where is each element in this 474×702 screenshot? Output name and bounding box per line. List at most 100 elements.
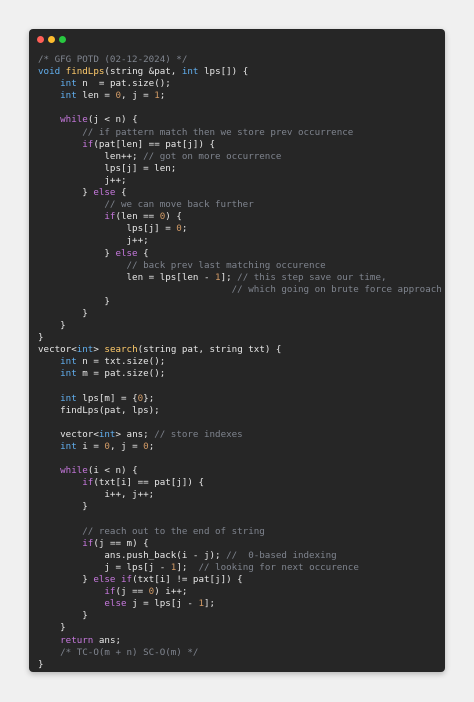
code-token: } [38, 622, 66, 634]
code-line: if(len == 0) { [38, 211, 440, 223]
code-token: ; [159, 90, 166, 102]
code-line: } [38, 659, 440, 671]
code-window: /* GFG POTD (02-12-2024) */void findLps(… [29, 29, 445, 672]
code-token: vector< [38, 428, 99, 440]
code-token: j = lps[j - [126, 598, 199, 610]
code-line: len = lps[len - 1]; // this step save ou… [38, 272, 440, 284]
code-token: (txt[i] == pat[j]) { [93, 477, 204, 489]
code-line: int lps[m] = {0}; [38, 393, 440, 405]
code-token: { [115, 187, 127, 199]
code-token: } [38, 658, 44, 670]
code-token: int [60, 356, 77, 368]
code-line: } [38, 622, 440, 634]
code-line: j++; [38, 175, 440, 187]
code-line: ans.push_back(i - j); // 0-based indexin… [38, 550, 440, 562]
code-token: if [82, 537, 94, 549]
code-token: ans; [93, 634, 122, 646]
code-token: n = pat.size(); [76, 78, 171, 90]
code-token: else [115, 247, 138, 259]
code-token: } [38, 574, 94, 586]
code-token: ; [181, 223, 188, 235]
code-token: void [38, 66, 66, 78]
code-line: int i = 0, j = 0; [38, 441, 440, 453]
code-token: return [60, 634, 94, 646]
code-line: if(j == m) { [38, 538, 440, 550]
code-token: n = txt.size(); [76, 356, 166, 368]
code-token: // back prev last matching occurence [126, 259, 326, 271]
code-line: // reach out to the end of string [38, 526, 440, 538]
code-token: ; [148, 441, 155, 452]
code-line: vector<int> ans; // store indexes [38, 429, 440, 441]
code-token: } [38, 501, 88, 513]
code-token: (txt[i] != pat[j]) { [132, 574, 243, 586]
code-token: , j = [121, 90, 155, 102]
code-line: while(j < n) { [38, 114, 440, 126]
code-token: } [38, 610, 88, 622]
maximize-dot-icon[interactable] [59, 36, 66, 43]
code-line: int n = txt.size(); [38, 356, 440, 368]
code-token: ans.push_back(i - j); [38, 549, 227, 561]
code-token: } [38, 307, 88, 319]
code-token: (j == m) { [93, 537, 149, 549]
code-line: if(txt[i] == pat[j]) { [38, 477, 440, 489]
code-line: } [38, 501, 440, 513]
minimize-dot-icon[interactable] [48, 36, 55, 43]
code-token: ) { [165, 211, 182, 223]
code-token: while [60, 114, 88, 126]
code-token: while [60, 465, 88, 477]
code-line: int len = 0, j = 1; [38, 90, 440, 102]
code-token: > ans; [115, 428, 155, 440]
code-line: int m = pat.size(); [38, 368, 440, 380]
code-token: int [60, 392, 77, 404]
code-token: // store indexes [154, 428, 243, 440]
code-token: ) i++; [154, 586, 188, 598]
code-token: // got on more occurrence [143, 150, 282, 162]
code-token: int [181, 66, 199, 78]
code-line: void findLps(string &pat, int lps[]) { [38, 66, 440, 78]
code-token: // looking for next occurence [198, 561, 359, 573]
code-line: else j = lps[j - 1]; [38, 598, 440, 610]
code-token: lps[m] = { [76, 392, 138, 404]
code-token: { [137, 247, 149, 259]
code-token: // we can move back further [104, 199, 254, 211]
code-token: if [104, 211, 116, 223]
code-line: } [38, 308, 440, 320]
code-token: lps[j] = len; [38, 162, 177, 174]
code-line: } else { [38, 248, 440, 260]
code-line: while(i < n) { [38, 465, 440, 477]
code-line: j++; [38, 235, 440, 247]
code-token: j++; [38, 235, 149, 247]
code-token: if [104, 586, 116, 598]
code-token: lps[j] = [38, 223, 177, 235]
code-line: findLps(pat, lps); [38, 405, 440, 417]
code-token: int [60, 368, 77, 380]
code-token: (j == [115, 586, 149, 598]
close-dot-icon[interactable] [37, 36, 44, 43]
code-line: lps[j] = 0; [38, 223, 440, 235]
code-token: int [60, 78, 77, 90]
code-token: } [38, 295, 110, 307]
code-token: len = lps[len - [38, 271, 216, 283]
code-token: } [38, 332, 44, 344]
code-token: m = pat.size(); [76, 368, 166, 380]
code-token: j++; [38, 174, 127, 186]
code-token: // this step save our time, [237, 271, 387, 283]
